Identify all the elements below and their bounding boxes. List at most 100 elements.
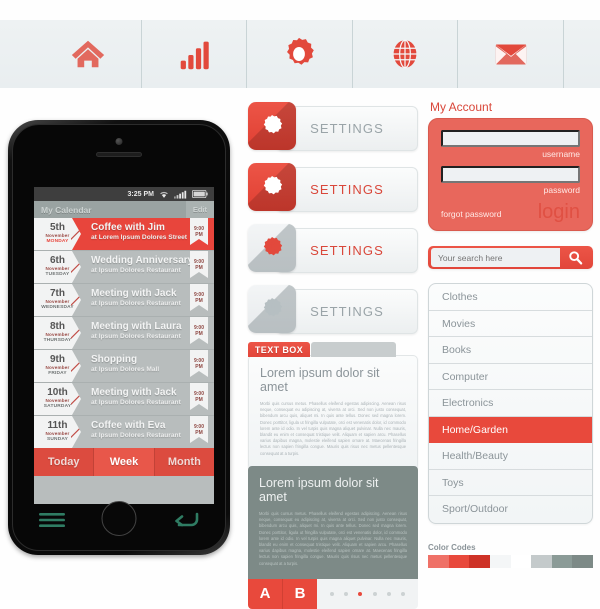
category-item[interactable]: Clothes — [429, 284, 592, 311]
category-item[interactable]: Electronics — [429, 390, 592, 417]
calendar-tab-week[interactable]: Week — [94, 448, 155, 476]
pagination-dot[interactable] — [386, 591, 391, 596]
toolbar-item-home[interactable] — [36, 20, 142, 88]
event-location: at Ipsum Dolores Restaurant — [91, 300, 181, 307]
calendar-tab-bar: Today Week Month — [34, 448, 214, 476]
event-time-ribbon: 9:00 PM — [190, 383, 208, 410]
tab-b-button[interactable]: B — [282, 578, 317, 609]
settings-icon-tile[interactable] — [248, 102, 296, 150]
search-input[interactable] — [431, 248, 560, 267]
color-swatch — [510, 555, 532, 568]
event-time-ampm: PM — [195, 231, 203, 238]
pagination-dot[interactable] — [344, 591, 349, 596]
battery-icon — [192, 190, 208, 198]
calendar-event-row[interactable]: 5th November MONDAY Coffee with Jim at Lorem… — [34, 218, 214, 250]
toolbar-item-settings[interactable] — [247, 20, 353, 88]
settings-button[interactable]: SETTINGS — [276, 106, 418, 151]
forgot-password-link[interactable]: forgot password — [441, 209, 501, 222]
settings-icon-tile[interactable] — [248, 224, 296, 272]
event-day: 11th — [47, 420, 68, 431]
event-time-ampm: PM — [195, 363, 203, 370]
calendar-event-list: 5th November MONDAY Coffee with Jim at Lorem… — [34, 218, 214, 448]
login-button[interactable]: login — [538, 202, 580, 222]
status-bar: 3:25 PM — [34, 187, 214, 201]
event-date: 7th November WEDNESDAY — [34, 284, 81, 316]
event-time-ribbon: 9:00 PM — [190, 416, 208, 443]
toolbar-item-statistics[interactable] — [142, 20, 248, 88]
category-item[interactable]: Sport/Outdoor — [429, 496, 592, 523]
top-toolbar — [0, 20, 600, 88]
category-item[interactable]: Toys — [429, 470, 592, 496]
text-box-paragraph: Morbi quis cursus metus. Phasellus eleif… — [260, 401, 406, 456]
username-field[interactable] — [441, 130, 580, 147]
phone-bezel: 3:25 PM My Calendar Edit 5th November MO… — [12, 124, 226, 551]
menu-icon[interactable] — [39, 512, 65, 528]
category-item[interactable]: Computer — [429, 364, 592, 390]
calendar-event-row[interactable]: 7th November WEDNESDAY Meeting with Jack at … — [34, 283, 214, 316]
settings-button[interactable]: SETTINGS — [276, 289, 418, 334]
search-button[interactable] — [560, 249, 590, 266]
event-weekday: SATURDAY — [43, 404, 72, 409]
event-time-ampm: PM — [195, 396, 203, 403]
search-bar — [428, 246, 593, 269]
calendar-event-row[interactable]: 8th November THURSDAY Meeting with Laura at … — [34, 316, 214, 349]
calendar-tab-month[interactable]: Month — [154, 448, 214, 476]
ab-pagination-bar: A B — [248, 578, 418, 609]
ui-kit-canvas: 3:25 PM My Calendar Edit 5th November MO… — [0, 0, 600, 609]
toolbar-item-mail[interactable] — [458, 20, 564, 88]
calendar-event-row[interactable]: 11th November SUNDAY Coffee with Eva at Ipsu… — [34, 415, 214, 448]
settings-button-row[interactable]: SETTINGS — [248, 224, 418, 277]
event-time-ampm: PM — [195, 264, 203, 271]
envelope-icon — [495, 44, 526, 65]
back-arrow-icon[interactable] — [173, 512, 199, 528]
event-location: at Ipsum Dolores Restaurant — [91, 432, 181, 439]
calendar-event-row[interactable]: 9th November FRIDAY Shopping at Ipsum Dolore… — [34, 349, 214, 382]
color-swatch — [572, 555, 593, 568]
event-weekday: FRIDAY — [48, 371, 67, 376]
calendar-event-row[interactable]: 6th November TUESDAY Wedding Anniversary at … — [34, 250, 214, 283]
event-location: at Ipsum Dolores Restaurant — [91, 333, 181, 340]
gear-icon — [263, 114, 283, 134]
home-button[interactable] — [101, 501, 137, 536]
password-label: password — [543, 185, 580, 195]
settings-button[interactable]: SETTINGS — [276, 228, 418, 273]
pagination-dot[interactable] — [372, 591, 377, 596]
category-item[interactable]: Movies — [429, 311, 592, 337]
event-location: at Lorem Ipsum Dolores Street — [91, 234, 187, 241]
event-title: Coffee with Eva — [91, 420, 166, 431]
settings-button[interactable]: SETTINGS — [276, 167, 418, 212]
settings-icon-tile[interactable] — [248, 163, 296, 211]
category-item[interactable]: Books — [429, 337, 592, 364]
pagination-dot[interactable] — [400, 591, 405, 596]
settings-button-row[interactable]: SETTINGS — [248, 102, 418, 155]
toolbar-item-web[interactable] — [353, 20, 459, 88]
pagination-dot[interactable] — [330, 591, 335, 596]
settings-icon-tile[interactable] — [248, 285, 296, 333]
tab-a-button[interactable]: A — [248, 578, 282, 609]
event-time-ampm: PM — [195, 297, 203, 304]
color-codes: Color Codes — [428, 543, 593, 568]
calendar-tab-today[interactable]: Today — [34, 448, 95, 476]
dark-card: Lorem ipsum dolor sit amet Morbi quis cu… — [248, 466, 418, 609]
category-item[interactable]: Health/Beauty — [429, 443, 592, 470]
tab-text-box[interactable]: TEXT BOX — [248, 342, 310, 357]
category-item[interactable]: Home/Garden — [429, 416, 592, 443]
event-time-ribbon: 9:00 PM — [190, 284, 208, 311]
pagination-dot[interactable] — [358, 591, 363, 596]
phone-mockup: 3:25 PM My Calendar Edit 5th November MO… — [8, 120, 230, 555]
settings-button-row[interactable]: SETTINGS — [248, 163, 418, 216]
event-details: Meeting with Jack at Ipsum Dolores Restau… — [81, 383, 190, 415]
tab-secondary[interactable] — [311, 342, 396, 357]
speaker-grill — [96, 152, 142, 157]
event-details: Meeting with Laura at Ipsum Dolores Resta… — [81, 317, 190, 349]
color-codes-title: Color Codes — [428, 543, 476, 552]
event-time-ampm: PM — [195, 330, 203, 337]
settings-button-row[interactable]: SETTINGS — [248, 285, 418, 338]
event-location: at Ipsum Dolores Mall — [91, 366, 160, 373]
text-box-body: Lorem ipsum dolor sit amet Morbi quis cu… — [248, 355, 418, 470]
calendar-event-row[interactable]: 10th November SATURDAY Meeting with Jack at … — [34, 382, 214, 415]
calendar-edit-button[interactable]: Edit — [185, 201, 214, 218]
event-day: 9th — [50, 354, 65, 365]
password-field[interactable] — [441, 166, 580, 183]
event-day: 5th — [50, 222, 65, 233]
